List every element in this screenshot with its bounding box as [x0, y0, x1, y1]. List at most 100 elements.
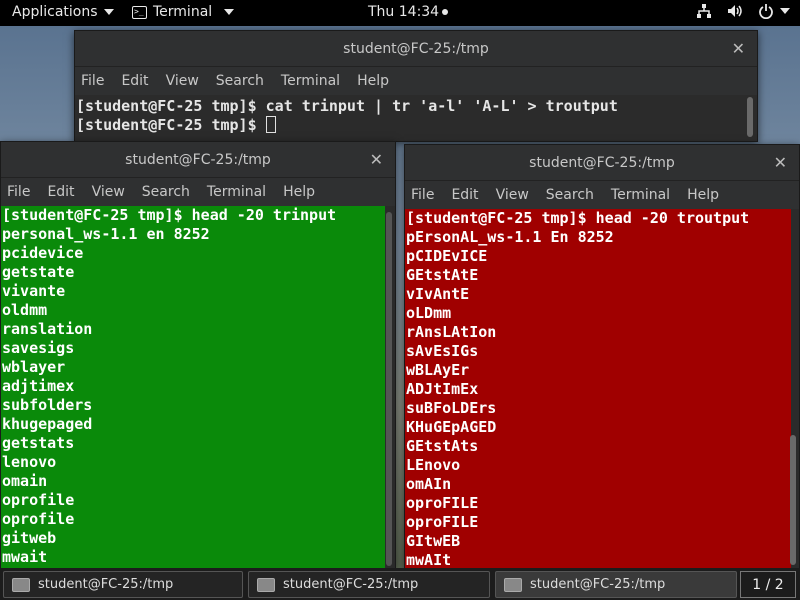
- terminal-window-left[interactable]: student@FC-25:/tmp ✕ File Edit View Sear…: [0, 141, 396, 569]
- scrollbar[interactable]: [747, 97, 753, 137]
- terminal-line: adjtimex: [2, 377, 75, 395]
- terminal-line: subfolders: [2, 396, 93, 414]
- menu-view[interactable]: View: [92, 184, 125, 200]
- terminal-line: wblayer: [2, 358, 66, 376]
- terminal-line: GEtstAts: [406, 437, 479, 455]
- terminal-icon: [257, 577, 275, 592]
- menu-file[interactable]: File: [411, 187, 434, 203]
- window-title: student@FC-25:/tmp: [125, 151, 271, 168]
- menu-search[interactable]: Search: [546, 187, 594, 203]
- terminal-command-line: [student@FC-25 tmp]$ head -20 trinput: [2, 206, 337, 224]
- terminal-line: mwait: [2, 548, 48, 566]
- taskbar-item-1[interactable]: student@FC-25:/tmp: [3, 571, 243, 598]
- terminal-line: rAnsLAtIon: [406, 323, 497, 341]
- volume-icon: [728, 5, 742, 17]
- terminal-line: GItwEB: [406, 532, 461, 550]
- menu-bar: File Edit View Search Terminal Help: [1, 178, 395, 206]
- terminal-output[interactable]: [student@FC-25 tmp]$ head -20 trinput per…: [1, 206, 385, 568]
- window-titlebar[interactable]: student@FC-25:/tmp ✕: [75, 31, 757, 67]
- window-title: student@FC-25:/tmp: [343, 40, 489, 57]
- menu-edit[interactable]: Edit: [451, 187, 478, 203]
- taskbar-item-2[interactable]: student@FC-25:/tmp: [248, 571, 490, 598]
- terminal-line: wBLAyEr: [406, 361, 470, 379]
- menu-search[interactable]: Search: [216, 73, 264, 89]
- terminal-output[interactable]: [student@FC-25 tmp]$ cat trinput | tr 'a…: [75, 97, 749, 141]
- terminal-line: gitweb: [2, 529, 57, 547]
- prompt-text: [student@FC-25 tmp]$: [76, 116, 266, 134]
- terminal-line: sAvEsIGs: [406, 342, 479, 360]
- terminal-line: vIvAntE: [406, 285, 470, 303]
- scrollbar[interactable]: [386, 212, 392, 566]
- terminal-line: oprofile: [2, 510, 75, 528]
- taskbar-item-3[interactable]: student@FC-25:/tmp: [495, 571, 737, 598]
- menu-terminal[interactable]: Terminal: [281, 73, 340, 89]
- menu-help[interactable]: Help: [687, 187, 719, 203]
- menu-file[interactable]: File: [7, 184, 30, 200]
- window-titlebar[interactable]: student@FC-25:/tmp ✕: [1, 142, 395, 178]
- terminal-line: KHuGEpAGED: [406, 418, 497, 436]
- menu-help[interactable]: Help: [283, 184, 315, 200]
- terminal-line: savesigs: [2, 339, 75, 357]
- close-icon[interactable]: ✕: [370, 150, 383, 169]
- terminal-icon: [12, 577, 30, 592]
- power-icon: [759, 4, 773, 19]
- network-icon: [697, 4, 711, 18]
- menu-bar: File Edit View Search Terminal Help: [75, 67, 757, 95]
- terminal-line: suBFoLDErs: [406, 399, 497, 417]
- applications-label: Applications: [12, 4, 98, 20]
- terminal-app-label: Terminal: [153, 4, 213, 20]
- menu-view[interactable]: View: [166, 73, 199, 89]
- menu-edit[interactable]: Edit: [47, 184, 74, 200]
- terminal-window-top[interactable]: student@FC-25:/tmp ✕ File Edit View Sear…: [74, 30, 758, 142]
- notification-dot-icon: [442, 9, 449, 15]
- terminal-line: ADJtImEx: [406, 380, 479, 398]
- menu-file[interactable]: File: [81, 73, 104, 89]
- scrollbar[interactable]: [790, 435, 796, 565]
- workspace-pager[interactable]: 1 / 2: [740, 571, 796, 598]
- close-icon[interactable]: ✕: [774, 153, 787, 172]
- terminal-app-menu[interactable]: >_ Terminal: [132, 4, 235, 20]
- terminal-line: getstats: [2, 434, 75, 452]
- close-icon[interactable]: ✕: [732, 39, 745, 58]
- menu-edit[interactable]: Edit: [121, 73, 148, 89]
- taskbar-item-label: student@FC-25:/tmp: [283, 577, 419, 592]
- terminal-line: [student@FC-25 tmp]$ cat trinput | tr 'a…: [76, 97, 618, 115]
- terminal-prompt-line: [student@FC-25 tmp]$: [76, 116, 749, 135]
- terminal-line: oproFILE: [406, 494, 479, 512]
- clock[interactable]: Thu 14:34: [368, 4, 449, 20]
- terminal-icon: [504, 577, 522, 592]
- terminal-line: personal_ws-1.1 en 8252: [2, 225, 210, 243]
- taskbar-item-label: student@FC-25:/tmp: [38, 577, 174, 592]
- menu-terminal[interactable]: Terminal: [611, 187, 670, 203]
- terminal-line: oproFILE: [406, 513, 479, 531]
- menu-view[interactable]: View: [496, 187, 529, 203]
- menu-bar: File Edit View Search Terminal Help: [405, 181, 799, 209]
- applications-menu[interactable]: Applications: [12, 4, 114, 20]
- terminal-line: getstate: [2, 263, 75, 281]
- chevron-down-icon: [103, 9, 114, 15]
- terminal-icon: >_: [132, 5, 147, 19]
- workspace-pager-label: 1 / 2: [752, 576, 784, 593]
- terminal-line: mwAIt: [406, 551, 452, 569]
- menu-terminal[interactable]: Terminal: [207, 184, 266, 200]
- clock-label: Thu 14:34: [368, 4, 440, 20]
- terminal-line: vivante: [2, 282, 66, 300]
- terminal-line: LEnovo: [406, 456, 461, 474]
- text-cursor: [265, 116, 276, 133]
- terminal-line: oldmm: [2, 301, 48, 319]
- power-menu[interactable]: [758, 3, 790, 19]
- menu-search[interactable]: Search: [142, 184, 190, 200]
- system-tray[interactable]: [696, 3, 790, 19]
- taskbar-item-label: student@FC-25:/tmp: [530, 577, 666, 592]
- terminal-line: omain: [2, 472, 48, 490]
- terminal-line: ranslation: [2, 320, 93, 338]
- terminal-line: khugepaged: [2, 415, 93, 433]
- chevron-down-icon: [780, 8, 790, 14]
- top-bar: Applications >_ Terminal Thu 14:34: [0, 0, 800, 26]
- terminal-output[interactable]: [student@FC-25 tmp]$ head -20 troutput pE…: [405, 209, 791, 569]
- window-titlebar[interactable]: student@FC-25:/tmp ✕: [405, 145, 799, 181]
- terminal-window-right[interactable]: student@FC-25:/tmp ✕ File Edit View Sear…: [404, 144, 800, 569]
- menu-help[interactable]: Help: [357, 73, 389, 89]
- terminal-line: GEtstAtE: [406, 266, 479, 284]
- terminal-line: oprofile: [2, 491, 75, 509]
